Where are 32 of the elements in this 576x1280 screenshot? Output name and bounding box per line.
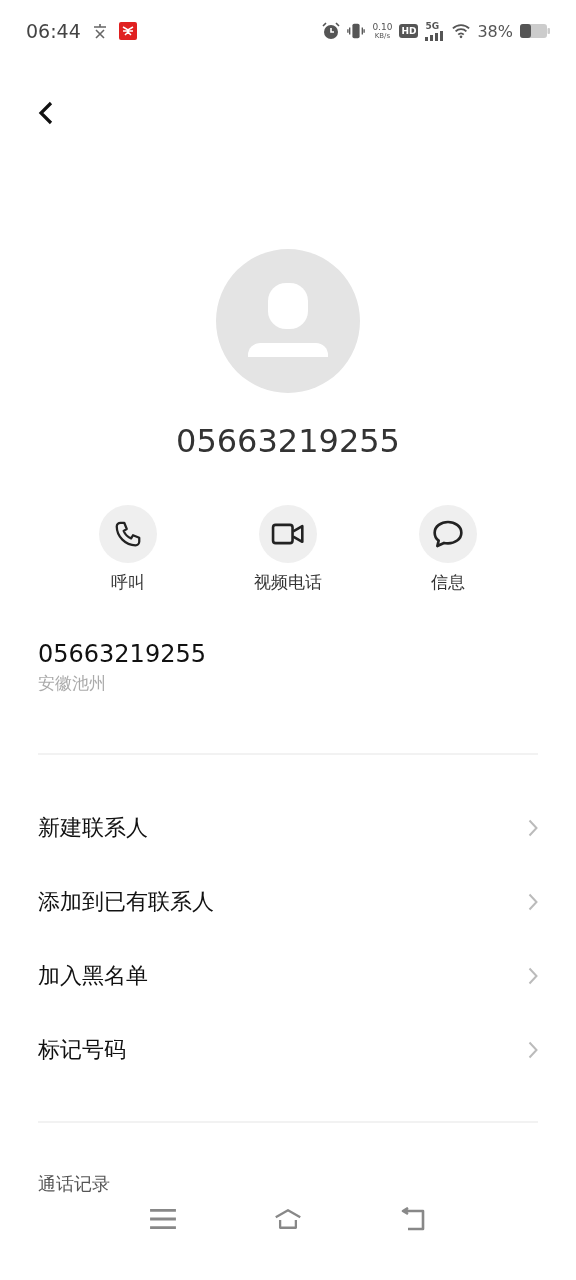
action-label: 视频电话	[254, 571, 322, 594]
phone-icon	[113, 519, 143, 549]
chevron-icon	[528, 967, 538, 985]
chevron-icon	[528, 819, 538, 837]
status-time: 06:44	[26, 20, 81, 42]
chat-bubble-icon	[432, 518, 464, 550]
alarm-icon	[322, 22, 341, 40]
menu-item[interactable]: 加入黑名单	[0, 939, 576, 1013]
home-icon[interactable]	[274, 1207, 302, 1231]
menu-icon[interactable]	[148, 1207, 177, 1231]
wifi-icon	[452, 22, 471, 40]
vibrate-icon	[347, 22, 366, 40]
phone-number: 05663219255	[38, 639, 207, 670]
back-icon[interactable]	[38, 101, 54, 125]
network-speed: 0.10	[372, 22, 393, 32]
contact-number: 05663219255	[175, 421, 401, 461]
hd-badge: HD	[399, 24, 419, 38]
video-camera-icon	[271, 521, 305, 547]
app-notification-icon	[118, 22, 137, 40]
action-label: 信息	[431, 571, 465, 594]
battery-icon	[520, 23, 550, 39]
number-location: 安徽池州	[38, 672, 107, 695]
menu-item[interactable]: 新建联系人	[0, 791, 576, 865]
battery-percent: 38%	[477, 21, 513, 41]
chevron-icon	[528, 893, 538, 911]
signal-icon	[425, 30, 446, 41]
chevron-icon	[528, 1041, 538, 1059]
network-type: 5G	[425, 21, 440, 31]
action-label: 呼叫	[111, 571, 145, 594]
menu-item[interactable]: 添加到已有联系人	[0, 865, 576, 939]
section-title: 通话记录	[37, 1173, 111, 1195]
menu-item[interactable]: 标记号码	[0, 1013, 576, 1087]
